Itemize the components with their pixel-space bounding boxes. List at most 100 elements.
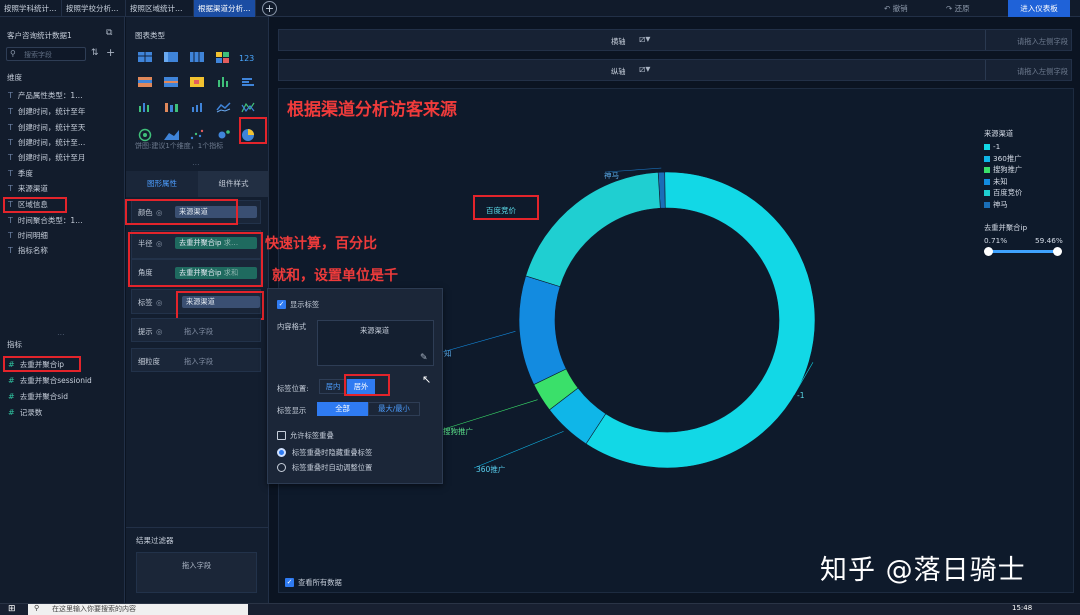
kpi-number-icon[interactable]: 123: [239, 54, 254, 63]
radio-hide-overlap[interactable]: [277, 448, 286, 457]
legend-item[interactable]: 搜狗推广: [984, 164, 1022, 175]
y-axis-settings-icon[interactable]: ⧄▾: [639, 64, 650, 75]
dimension-item-source-channel[interactable]: T 来源渠道: [8, 182, 48, 196]
tab-region-stats[interactable]: 按照区域统计…: [126, 0, 194, 17]
range-slider-track[interactable]: [988, 250, 1058, 253]
number-field-icon: #: [8, 408, 15, 417]
add-tab-icon[interactable]: +: [262, 1, 277, 16]
show-all-data-checkbox[interactable]: ✓: [285, 578, 294, 587]
add-field-icon[interactable]: +: [106, 46, 115, 59]
resize-handle[interactable]: ⋯: [57, 330, 65, 339]
legend-item[interactable]: 未知: [984, 176, 1008, 187]
range-slider-max-handle[interactable]: [1053, 247, 1062, 256]
show-label-checkbox[interactable]: ✓: [277, 300, 286, 309]
os-taskbar: ⊞ ⚲ 在这里输入你要搜索的内容 15:48: [0, 603, 1080, 615]
measure-item[interactable]: # 去重并聚合sid: [8, 390, 68, 404]
windows-start-icon[interactable]: ⊞: [8, 604, 16, 614]
tooltip-row[interactable]: 提示 ◎ 拖入字段: [131, 318, 261, 342]
settings-icon[interactable]: ◎: [156, 298, 162, 307]
legend-swatch: [984, 178, 990, 185]
tab-component-style[interactable]: 组件样式: [198, 171, 269, 197]
display-all-button[interactable]: 全部: [317, 402, 368, 416]
dimension-item[interactable]: T 创建时间，统计至年: [8, 105, 85, 119]
text-field-icon: T: [8, 107, 13, 116]
dimension-item[interactable]: T 时间聚合类型：1…: [8, 214, 83, 228]
undo-button[interactable]: ↶ 撤销: [884, 0, 908, 17]
chart-hint: 饼图:建议1个维度，1个指标: [135, 142, 224, 150]
enter-dashboard-button[interactable]: 进入仪表板: [1008, 0, 1070, 17]
stacked-bar-icon[interactable]: [165, 103, 178, 112]
granularity-row[interactable]: 细粒度 拖入字段: [131, 348, 261, 372]
search-input[interactable]: ⚲ 搜索字段: [6, 47, 86, 61]
display-minmax-button[interactable]: 最大/最小: [368, 402, 420, 416]
bar-chart-icon[interactable]: [139, 103, 149, 112]
dimension-item[interactable]: T 创建时间，统计至…: [8, 136, 85, 150]
dimension-item[interactable]: T 时间明细: [8, 229, 48, 243]
highlight-box: [239, 117, 267, 144]
legend-item[interactable]: 360推广: [984, 153, 1022, 164]
divider: [126, 527, 268, 528]
detail-table-icon[interactable]: [190, 52, 204, 62]
edit-pencil-icon[interactable]: ✎: [420, 353, 428, 363]
legend-item[interactable]: 百度竞价: [984, 187, 1022, 198]
annotation-text: 就和，设置单位是千: [272, 268, 398, 284]
cross-table-icon[interactable]: [164, 52, 178, 62]
legend-swatch: [984, 167, 990, 174]
legend-item[interactable]: 神马: [984, 199, 1008, 210]
text-field-icon: T: [8, 153, 13, 162]
tab-graphic-properties[interactable]: 图形属性: [126, 171, 198, 197]
table-chart-icon[interactable]: [138, 52, 152, 62]
dimension-item[interactable]: T 创建时间，统计至天: [8, 121, 85, 135]
area-chart-icon[interactable]: [164, 130, 179, 140]
sort-icon[interactable]: ⇅: [91, 48, 99, 58]
switch-dataset-icon[interactable]: ⧉: [106, 28, 112, 38]
dimension-item[interactable]: T 指标名称: [8, 244, 48, 258]
heat-grid-icon[interactable]: [190, 77, 204, 87]
number-field-icon: #: [8, 392, 15, 401]
line-chart-icon[interactable]: [216, 102, 231, 113]
legend-swatch: [984, 144, 990, 150]
donut-slice[interactable]: [518, 275, 567, 385]
taskbar-search-input[interactable]: ⚲ 在这里输入你要搜索的内容: [28, 604, 248, 615]
bubble-chart-icon[interactable]: [218, 130, 230, 139]
dimension-item[interactable]: T 产品属性类型：1…: [8, 89, 83, 103]
x-axis-bar[interactable]: 横轴 ⧄▾ 请拖入左侧字段: [278, 29, 1072, 51]
dimension-item[interactable]: T 季度: [8, 167, 33, 181]
color-table-icon[interactable]: [216, 52, 229, 63]
tab-subject-stats[interactable]: 按照学科统计…: [0, 0, 62, 17]
dimension-item[interactable]: T 创建时间，统计至月: [8, 151, 85, 165]
globe-map-icon[interactable]: [138, 128, 152, 142]
radio-adjust-position[interactable]: [277, 463, 286, 472]
scatter-bar-icon[interactable]: [192, 103, 202, 112]
multi-bar-icon[interactable]: [218, 77, 228, 87]
position-inside-button[interactable]: 居内: [319, 379, 347, 394]
measure-item[interactable]: # 记录数: [8, 406, 42, 420]
settings-icon[interactable]: ◎: [156, 327, 162, 336]
resize-handle[interactable]: ⋯: [192, 160, 200, 169]
stack-table-icon[interactable]: [138, 77, 152, 87]
content-format-editor[interactable]: 来源渠道 ✎: [317, 320, 434, 366]
highlight-box: [473, 195, 539, 220]
tab-channel-analysis[interactable]: 根据渠道分析…: [194, 0, 256, 17]
highlight-box: [128, 232, 263, 287]
group-table-icon[interactable]: [164, 77, 178, 87]
range-slider-min-handle[interactable]: [984, 247, 993, 256]
measure-item[interactable]: # 去重并聚合sessionid: [8, 374, 92, 388]
search-icon: ⚲: [34, 604, 40, 612]
allow-overlap-checkbox[interactable]: [277, 431, 286, 440]
legend-item[interactable]: -1: [984, 141, 1000, 152]
x-axis-settings-icon[interactable]: ⧄▾: [639, 34, 650, 45]
label-settings-popup: ✓ 显示标签 内容格式 来源渠道 ✎ 标签位置: 居内 居外 标签显示 全部 最…: [267, 288, 443, 484]
redo-button[interactable]: ↷ 还原: [946, 0, 970, 17]
scatter-chart-icon[interactable]: [190, 129, 204, 140]
tab-school-analysis[interactable]: 按照学校分析…: [62, 0, 126, 17]
annotation-text: 快速计算，百分比: [265, 236, 377, 252]
filter-dropzone[interactable]: 拖入字段: [136, 552, 257, 593]
radar-line-icon[interactable]: [241, 102, 255, 113]
donut-slice[interactable]: [525, 171, 661, 288]
sort-bar-icon[interactable]: [242, 78, 254, 86]
y-axis-bar[interactable]: 纵轴 ⧄▾ 请拖入左侧字段: [278, 59, 1072, 81]
legend-swatch: [984, 190, 990, 197]
dimension-item[interactable]: T 区域信息: [8, 198, 48, 212]
svg-text:123: 123: [239, 54, 254, 63]
